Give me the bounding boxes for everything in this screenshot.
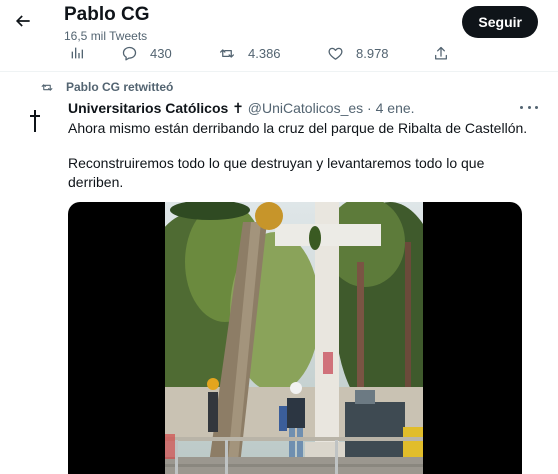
retweet-icon xyxy=(219,48,235,58)
more-dot xyxy=(520,105,523,109)
arrow-left-icon xyxy=(15,15,30,27)
tweet-video[interactable] xyxy=(68,202,522,474)
back-button[interactable] xyxy=(8,6,38,36)
tweet-divider xyxy=(0,71,558,72)
cross-avatar-icon[interactable] xyxy=(28,110,42,132)
follow-button[interactable]: Seguir xyxy=(462,6,538,38)
retweet-context[interactable]: Pablo CG retwitteó xyxy=(40,80,173,94)
heart-icon xyxy=(328,47,343,60)
title-block: Pablo CG 16,5 mil Tweets xyxy=(64,4,150,43)
author-handle[interactable]: @UniCatolicos_es xyxy=(248,100,363,116)
video-scene xyxy=(165,202,423,474)
retweet-small-icon xyxy=(41,83,53,91)
reply-icon xyxy=(122,46,137,61)
author-line: Universitarios Católicos ✝ @UniCatolicos… xyxy=(68,99,415,117)
tweet-date[interactable]: 4 ene. xyxy=(376,100,415,116)
profile-title: Pablo CG xyxy=(64,4,150,25)
more-dot xyxy=(535,105,538,109)
retweet-count: 4.386 xyxy=(248,45,281,61)
video-frame xyxy=(165,202,423,474)
reply-count: 430 xyxy=(150,45,172,61)
share-icon xyxy=(435,46,447,59)
tweet-text-line-1: Ahora mismo están derribando la cruz del… xyxy=(68,120,528,136)
tweet-count: 16,5 mil Tweets xyxy=(64,29,148,43)
like-count: 8.978 xyxy=(356,45,389,61)
more-options-button[interactable] xyxy=(520,100,538,114)
more-dot xyxy=(527,105,531,109)
meta-separator: · xyxy=(363,100,376,116)
tweet-text-line-2: Reconstruiremos todo lo que destruyan y … xyxy=(68,155,485,190)
retweet-context-label: Pablo CG retwitteó xyxy=(66,80,174,94)
author-name[interactable]: Universitarios Católicos ✝ xyxy=(68,100,244,116)
profile-header: Pablo CG 16,5 mil Tweets Seguir xyxy=(0,0,558,44)
analytics-icon xyxy=(71,47,83,59)
